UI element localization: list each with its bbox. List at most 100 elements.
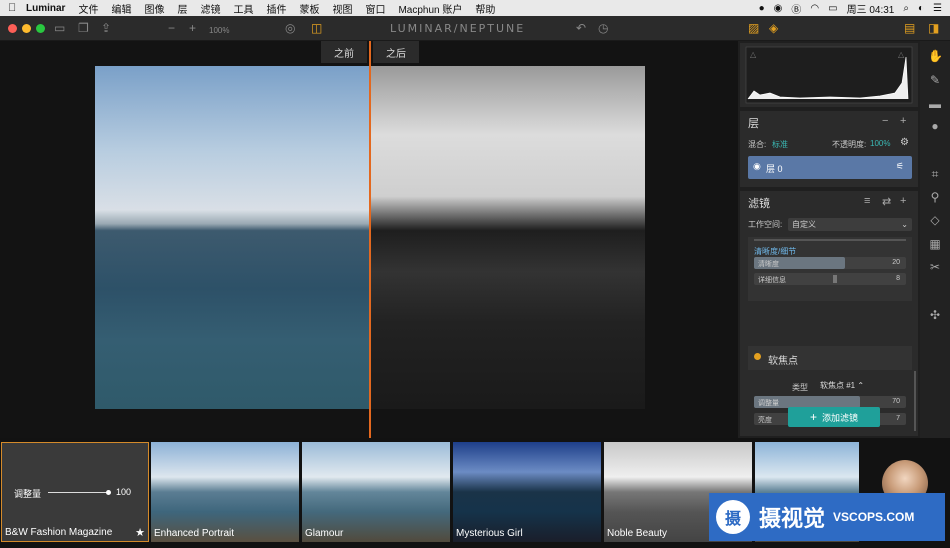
layer-adjust-icon[interactable]: ⚟ xyxy=(896,161,904,172)
preset-name: Mysterious Girl xyxy=(456,528,523,539)
noise-icon[interactable]: ▦ xyxy=(928,237,942,251)
scissors-icon[interactable]: ✂ xyxy=(928,260,942,274)
zoom-level[interactable]: 100% xyxy=(209,25,229,37)
clone-stamp-icon[interactable]: ⚲ xyxy=(928,190,942,204)
layers-icon[interactable]: ◈ xyxy=(769,22,778,34)
panel-layout-icon[interactable]: ▤ xyxy=(904,22,915,34)
menu-image[interactable]: 图像 xyxy=(144,1,164,16)
minimize-window-button[interactable] xyxy=(22,24,31,33)
amount-label: 调整量 xyxy=(14,489,42,499)
add-filter-button[interactable]: + 添加滤镜 xyxy=(788,407,880,427)
clock[interactable]: 周三 04:31 xyxy=(847,1,895,16)
history-icon[interactable]: ◷ xyxy=(598,22,608,34)
battery-icon[interactable]: ▭ xyxy=(828,3,837,14)
visibility-eye-icon[interactable]: ◉ xyxy=(753,161,761,172)
close-window-button[interactable] xyxy=(8,24,17,33)
type-select[interactable]: 软焦点 #1 ⌃ xyxy=(820,380,864,391)
preset-name: Enhanced Portrait xyxy=(154,528,235,539)
hand-icon[interactable]: ✋ xyxy=(928,49,943,63)
slider-knob[interactable] xyxy=(832,275,837,283)
chevron-down-icon: ⌄ xyxy=(901,220,908,229)
menu-filter[interactable]: 滤镜 xyxy=(200,1,220,16)
add-filter-icon[interactable]: + xyxy=(900,195,906,207)
eraser-icon[interactable]: ◇ xyxy=(928,213,942,227)
menu-help[interactable]: 帮助 xyxy=(475,1,495,16)
preset-preview xyxy=(151,442,299,542)
image-presets-icon[interactable]: ▨ xyxy=(748,22,759,34)
zoom-out-icon[interactable]: − xyxy=(168,22,175,34)
menu-layer[interactable]: 层 xyxy=(177,1,187,16)
workspace-label: 工作空间: xyxy=(748,220,783,229)
amount-slider-track[interactable] xyxy=(48,492,108,493)
menu-mask[interactable]: 蒙板 xyxy=(299,1,319,16)
menu-edit[interactable]: 编辑 xyxy=(111,1,131,16)
compare-view-icon[interactable]: ◫ xyxy=(311,22,322,34)
preset-thumb[interactable]: Mysterious Girl xyxy=(453,442,601,542)
scroll-slider-track[interactable] xyxy=(754,239,906,241)
radial-mask-icon[interactable]: ● xyxy=(928,119,942,133)
watermark-logo: 摄 xyxy=(716,500,750,534)
histogram-panel: △ △ xyxy=(740,43,918,107)
app-toolbar: ▭ ❐ ⇪ − + 100% ◎ ◫ LUMINAR/NEPTUNE ↶ ◷ ▨… xyxy=(0,16,950,41)
blend-label: 混合: xyxy=(748,140,767,149)
zoom-in-icon[interactable]: + xyxy=(189,22,196,34)
crop-icon[interactable]: ⌗ xyxy=(928,167,942,181)
folder-icon[interactable]: ▭ xyxy=(54,22,65,34)
image-canvas[interactable]: 之前 之后 xyxy=(0,41,738,438)
slider-label: 亮度 xyxy=(758,417,772,424)
histogram: △ △ xyxy=(745,46,913,104)
menu-window[interactable]: 窗口 xyxy=(365,1,385,16)
preset-preview xyxy=(302,442,450,542)
blend-mode-select[interactable]: 标准 xyxy=(772,139,788,150)
zoom-window-button[interactable] xyxy=(36,24,45,33)
undo-icon[interactable]: ↶ xyxy=(576,22,586,34)
share-icon[interactable]: ⇪ xyxy=(101,22,111,34)
layer-settings-icon[interactable]: ⚙ xyxy=(900,137,909,148)
cc-icon[interactable]: ◉ xyxy=(774,3,783,14)
siri-icon[interactable]: ◐ xyxy=(918,3,924,14)
wifi-icon[interactable]: ◠ xyxy=(810,3,819,14)
preset-thumb[interactable]: Enhanced Portrait xyxy=(151,442,299,542)
notification-icon[interactable]: ☰ xyxy=(933,3,942,14)
add-layer-icon[interactable]: + xyxy=(900,115,906,127)
filter-enabled-dot[interactable] xyxy=(754,353,761,360)
penguin-icon[interactable]: ● xyxy=(759,3,765,14)
preset-thumb[interactable]: 调整量 100 B&W Fashion Magazine ★ xyxy=(1,442,149,542)
menu-plugins[interactable]: 插件 xyxy=(266,1,286,16)
gradient-mask-icon[interactable]: ▬ xyxy=(928,97,942,111)
menu-account[interactable]: Macphun 账户 xyxy=(398,1,462,16)
remove-layer-icon[interactable]: − xyxy=(882,115,888,127)
bitcoin-icon[interactable]: Ⓑ xyxy=(791,1,801,16)
brush-icon[interactable]: ✎ xyxy=(928,73,942,87)
menu-tools[interactable]: 工具 xyxy=(233,1,253,16)
search-icon[interactable]: ⌕ xyxy=(903,3,909,14)
panel-scrollbar[interactable] xyxy=(914,371,916,431)
menu-file[interactable]: 文件 xyxy=(78,1,98,16)
layers-stack-icon[interactable]: ❐ xyxy=(78,22,89,34)
sidebar-toggle-icon[interactable]: ◨ xyxy=(928,22,939,34)
clarity-filter: 清晰度/细节 xyxy=(748,237,912,301)
favorite-star-icon[interactable]: ★ xyxy=(135,526,145,539)
svg-text:△: △ xyxy=(750,50,757,59)
filter-list-icon[interactable]: ≡ xyxy=(864,195,870,207)
menu-view[interactable]: 视图 xyxy=(332,1,352,16)
amount-slider-knob[interactable] xyxy=(106,490,111,495)
reset-filters-icon[interactable]: ⇄ xyxy=(882,195,891,208)
compare-divider-handle[interactable] xyxy=(369,41,371,438)
after-label: 之后 xyxy=(373,41,419,63)
workspace-select[interactable]: 自定义 ⌄ xyxy=(788,218,912,231)
layer-item[interactable]: ◉ 层 0 ⚟ xyxy=(748,156,912,179)
clarity-slider[interactable]: 清晰度 20 xyxy=(754,257,906,269)
plugin-icon[interactable]: ✣ xyxy=(928,308,942,322)
preset-thumb[interactable]: Glamour xyxy=(302,442,450,542)
after-image xyxy=(369,66,645,409)
opacity-value[interactable]: 100% xyxy=(870,139,890,148)
menu-app[interactable]: Luminar xyxy=(26,3,65,14)
detail-slider[interactable]: 详细信息 8 xyxy=(754,273,906,285)
eye-icon[interactable]: ◎ xyxy=(285,22,295,34)
slider-value: 70 xyxy=(892,398,900,405)
softfocus-header[interactable]: 软焦点 xyxy=(748,346,912,370)
tool-strip: ✋ ✎ ▬ ● ⌗ ⚲ ◇ ▦ ✂ ✣ xyxy=(920,41,950,438)
apple-icon[interactable]:  xyxy=(8,2,26,14)
workspace-value: 自定义 xyxy=(792,220,816,229)
